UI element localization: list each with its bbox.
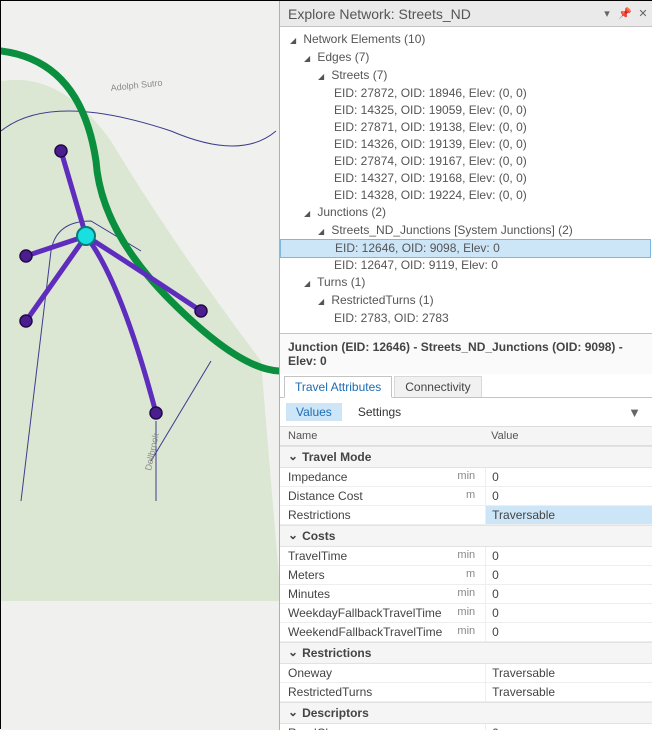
row-name: Distance Cost	[288, 489, 363, 503]
tree-edge-item[interactable]: EID: 14326, OID: 19139, Elev: (0, 0)	[280, 136, 652, 153]
row-name: RestrictedTurns	[288, 685, 372, 699]
row-value: Traversable	[485, 506, 652, 524]
grid-row[interactable]: RestrictedTurns Traversable	[280, 683, 652, 702]
row-name: TravelTime	[288, 549, 347, 563]
tab-travel-attributes[interactable]: Travel Attributes	[284, 376, 392, 398]
pin-icon[interactable]: 📌	[618, 7, 632, 20]
autohide-icon[interactable]: ▾	[600, 7, 614, 20]
row-name: Impedance	[288, 470, 347, 484]
panel-titlebar[interactable]: Explore Network: Streets_ND ▾ 📌 ✕	[280, 1, 652, 27]
row-value: 0	[485, 468, 652, 486]
section-restrictions[interactable]: Restrictions	[280, 642, 652, 664]
row-name: Meters	[288, 568, 325, 582]
map-canvas[interactable]: Adolph Sutro Dellbrook	[1, 1, 279, 730]
row-unit: m	[466, 489, 481, 503]
row-value: 0	[485, 724, 652, 730]
tree-turn-item[interactable]: EID: 2783, OID: 2783	[280, 310, 652, 327]
row-unit: min	[457, 625, 481, 639]
grid-header: Name Value	[280, 427, 652, 446]
subtabs-row: Values Settings ▼	[280, 398, 652, 427]
grid-row[interactable]: Meters m0	[280, 566, 652, 585]
tab-connectivity[interactable]: Connectivity	[394, 376, 481, 397]
row-unit: min	[457, 606, 481, 620]
explore-network-panel: Explore Network: Streets_ND ▾ 📌 ✕ Networ…	[279, 1, 652, 730]
section-costs[interactable]: Costs	[280, 525, 652, 547]
grid-row[interactable]: Restrictions Traversable	[280, 506, 652, 525]
row-name: Oneway	[288, 666, 332, 680]
row-unit: min	[457, 549, 481, 563]
grid-row[interactable]: Impedance min 0	[280, 468, 652, 487]
panel-title: Explore Network: Streets_ND	[288, 6, 596, 22]
row-value: 0	[485, 487, 652, 505]
subtab-settings[interactable]: Settings	[348, 403, 411, 421]
tree-edge-item[interactable]: EID: 27874, OID: 19167, Elev: (0, 0)	[280, 153, 652, 170]
row-name: Minutes	[288, 587, 330, 601]
grid-row[interactable]: TravelTime min 0	[280, 547, 652, 566]
tree-turns-group[interactable]: RestrictedTurns (1)	[280, 292, 652, 310]
row-name: WeekendFallbackTravelTime	[288, 625, 442, 639]
tree-edge-item[interactable]: EID: 14328, OID: 19224, Elev: (0, 0)	[280, 187, 652, 204]
tabs-row: Travel Attributes Connectivity	[280, 374, 652, 398]
grid-row[interactable]: Minutes min 0	[280, 585, 652, 604]
street-label: Adolph Sutro	[110, 78, 163, 93]
close-icon[interactable]: ✕	[636, 7, 650, 20]
tree-edge-item[interactable]: EID: 27871, OID: 19138, Elev: (0, 0)	[280, 119, 652, 136]
row-value: 0	[485, 585, 652, 603]
row-value: 0	[485, 604, 652, 622]
row-value: Traversable	[485, 683, 652, 701]
selected-junction[interactable]	[77, 227, 95, 245]
tree-junction-item-selected[interactable]: EID: 12646, OID: 9098, Elev: 0	[280, 239, 651, 258]
tree-edges[interactable]: Edges (7)	[280, 49, 652, 67]
subtab-values[interactable]: Values	[286, 403, 342, 421]
tree-turns[interactable]: Turns (1)	[280, 274, 652, 292]
tree-root[interactable]: Network Elements (10)	[280, 31, 652, 49]
tree-junctions-group[interactable]: Streets_ND_Junctions [System Junctions] …	[280, 222, 652, 240]
tree-junctions[interactable]: Junctions (2)	[280, 204, 652, 222]
row-value: 0	[485, 566, 652, 584]
row-value: 0	[485, 623, 652, 641]
grid-header-value: Value	[485, 430, 652, 442]
row-unit: min	[457, 587, 481, 601]
grid-row[interactable]: Distance Cost m0	[280, 487, 652, 506]
row-unit: m	[466, 568, 481, 582]
row-unit: min	[457, 470, 481, 484]
tree-junction-item[interactable]: EID: 12647, OID: 9119, Elev: 0	[280, 257, 652, 274]
grid-header-name: Name	[280, 430, 485, 442]
row-value: 0	[485, 547, 652, 565]
grid-row[interactable]: WeekendFallbackTravelTime min 0	[280, 623, 652, 642]
grid-row[interactable]: WeekdayFallbackTravelTime min 0	[280, 604, 652, 623]
row-value: Traversable	[485, 664, 652, 682]
grid-row[interactable]: Oneway Traversable	[280, 664, 652, 683]
tree-edge-item[interactable]: EID: 14327, OID: 19168, Elev: (0, 0)	[280, 170, 652, 187]
row-name: RoadClass	[288, 726, 347, 730]
section-travel-mode[interactable]: Travel Mode	[280, 446, 652, 468]
row-name: WeekdayFallbackTravelTime	[288, 606, 442, 620]
section-descriptors[interactable]: Descriptors	[280, 702, 652, 724]
network-elements-tree[interactable]: Network Elements (10) Edges (7) Streets …	[280, 27, 652, 333]
grid-row[interactable]: RoadClass 0	[280, 724, 652, 730]
tree-edge-item[interactable]: EID: 14325, OID: 19059, Elev: (0, 0)	[280, 102, 652, 119]
filter-icon[interactable]: ▼	[628, 405, 647, 420]
row-name: Restrictions	[288, 508, 351, 522]
tree-streets[interactable]: Streets (7)	[280, 67, 652, 85]
tree-edge-item[interactable]: EID: 27872, OID: 18946, Elev: (0, 0)	[280, 85, 652, 102]
property-header: Junction (EID: 12646) - Streets_ND_Junct…	[280, 333, 652, 374]
attributes-grid: Name Value Travel Mode Impedancemin0Dist…	[280, 427, 652, 730]
